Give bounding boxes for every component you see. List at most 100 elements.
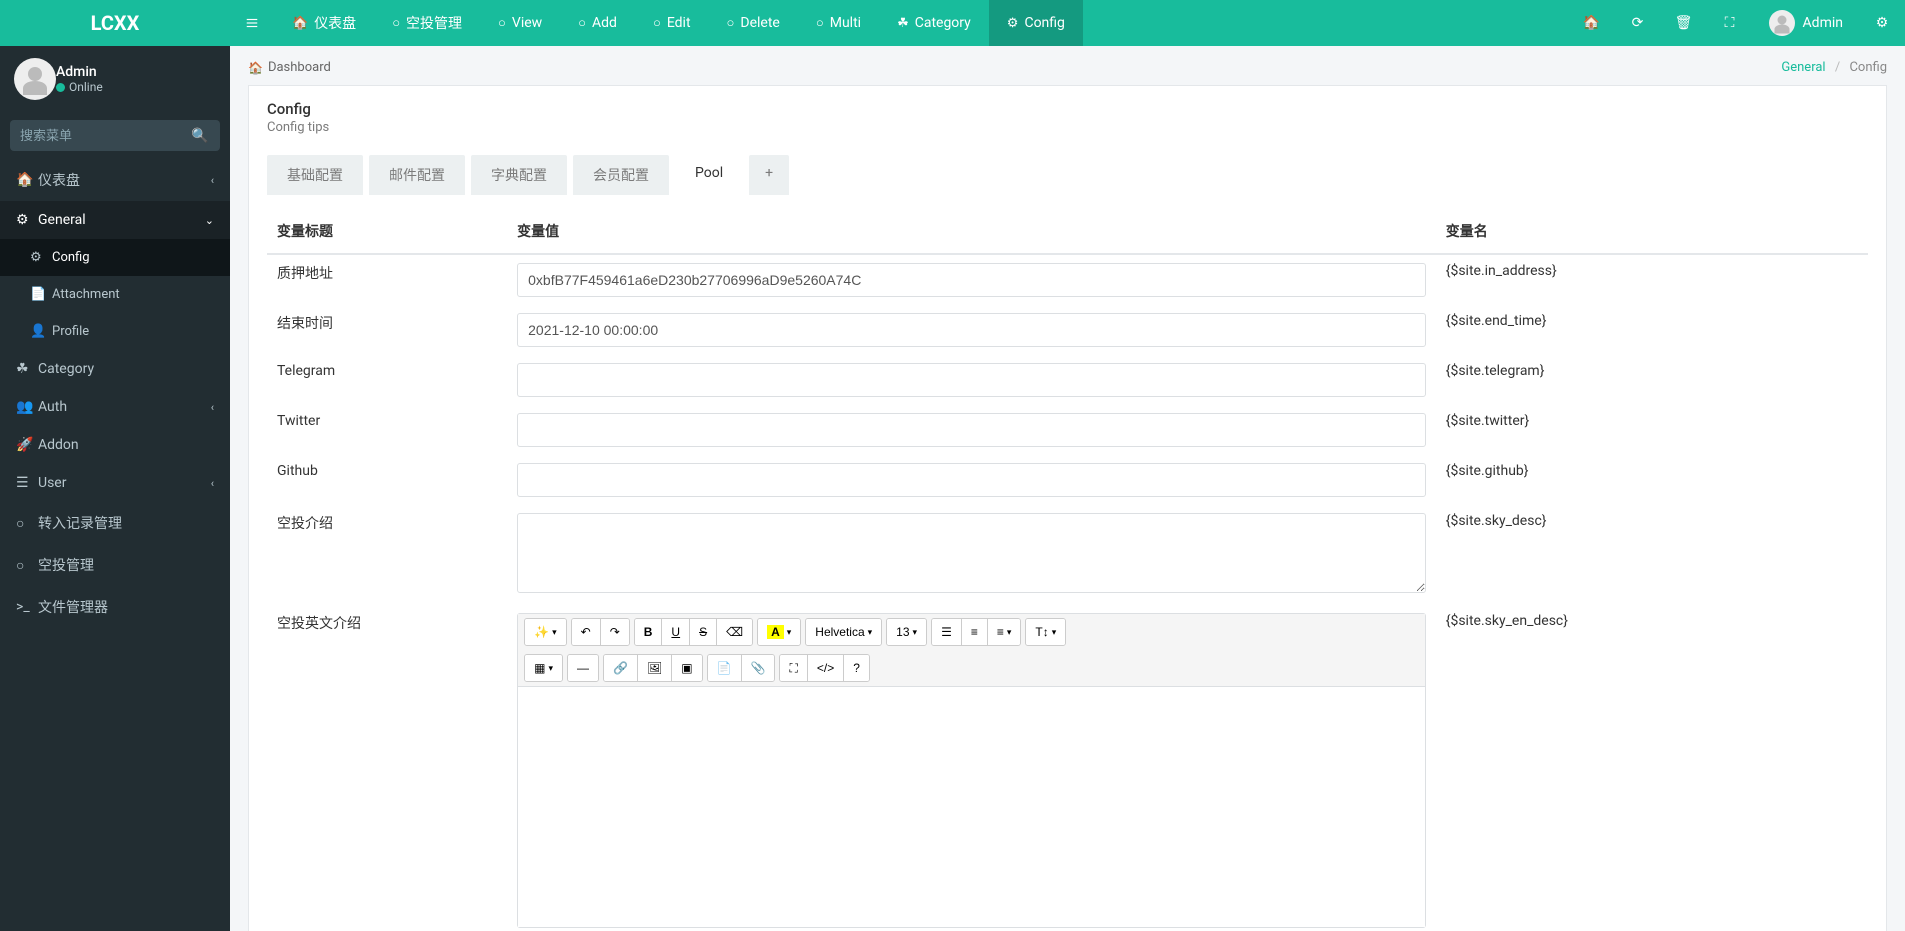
brand-logo[interactable]: LCXX bbox=[0, 0, 230, 46]
editor-redo-button[interactable]: ↷ bbox=[601, 619, 629, 645]
caret-down-icon: ▾ bbox=[868, 627, 873, 638]
editor-file-button[interactable]: 📄 bbox=[708, 655, 742, 681]
tab-pool[interactable]: Pool bbox=[675, 155, 743, 195]
nav-label: View bbox=[512, 15, 542, 31]
row-var-name: {$site.sky_en_desc} bbox=[1436, 605, 1868, 931]
menu-toggle-button[interactable] bbox=[230, 0, 274, 46]
editor-magic-button[interactable]: ✨▾ bbox=[525, 619, 565, 645]
in-address-input[interactable] bbox=[517, 263, 1426, 297]
editor-clear-format-button[interactable]: ⌫ bbox=[717, 619, 752, 645]
nav-category[interactable]: ☘Category bbox=[879, 0, 989, 46]
sidebar-item-profile[interactable]: 👤Profile bbox=[0, 313, 230, 350]
editor-video-button[interactable]: ▣ bbox=[672, 655, 701, 681]
table-row: Telegram {$site.telegram} bbox=[267, 355, 1868, 405]
nav-multi[interactable]: ○Multi bbox=[798, 0, 879, 46]
nav-delete[interactable]: ○Delete bbox=[709, 0, 798, 46]
editor-table-button[interactable]: ▦▾ bbox=[525, 655, 562, 681]
nav-edit[interactable]: ○Edit bbox=[635, 0, 709, 46]
avatar-icon bbox=[1769, 10, 1795, 36]
sidebar-item-general[interactable]: ⚙General⌄ bbox=[0, 201, 230, 239]
magic-icon: ✨ bbox=[534, 625, 549, 639]
nav-config[interactable]: ⚙Config bbox=[989, 0, 1083, 46]
video-icon: ▣ bbox=[681, 661, 692, 675]
tab-member[interactable]: 会员配置 bbox=[573, 155, 669, 195]
user-icon: 👤 bbox=[30, 324, 52, 339]
circle-icon: ○ bbox=[498, 15, 506, 31]
sidebar-item-transfer-log[interactable]: ○转入记录管理 bbox=[0, 502, 230, 544]
content-header: Config Config tips bbox=[249, 86, 1886, 145]
editor-fullscreen-button[interactable]: ⛶ bbox=[780, 655, 807, 681]
sidebar-item-config[interactable]: ⚙Config bbox=[0, 239, 230, 276]
editor-strike-button[interactable]: S bbox=[690, 619, 717, 645]
editor-codeview-button[interactable]: </> bbox=[808, 655, 844, 681]
editor-font-color-button[interactable]: A▾ bbox=[758, 619, 800, 645]
sidebar-item-user[interactable]: ☰User‹ bbox=[0, 464, 230, 502]
breadcrumb-config: Config bbox=[1849, 60, 1887, 75]
telegram-input[interactable] bbox=[517, 363, 1426, 397]
sidebar-item-airdrop[interactable]: ○空投管理 bbox=[0, 544, 230, 586]
editor-underline-button[interactable]: U bbox=[662, 619, 690, 645]
editor-image-button[interactable]: 🖼 bbox=[638, 655, 672, 681]
row-title: 质押地址 bbox=[267, 254, 507, 305]
group-icon: 👥 bbox=[16, 399, 38, 415]
breadcrumb-dashboard[interactable]: Dashboard bbox=[268, 60, 331, 75]
tab-basic[interactable]: 基础配置 bbox=[267, 155, 363, 195]
refresh-button[interactable]: ⟳ bbox=[1615, 15, 1661, 31]
sidebar-item-label: 空投管理 bbox=[38, 555, 94, 575]
tab-add[interactable]: + bbox=[749, 155, 789, 195]
user-menu[interactable]: Admin bbox=[1753, 10, 1859, 36]
trash-button[interactable]: 🗑 bbox=[1661, 15, 1707, 31]
align-icon: ≡ bbox=[997, 625, 1004, 639]
breadcrumb-general[interactable]: General bbox=[1781, 60, 1825, 75]
sidebar-item-category[interactable]: ☘Category bbox=[0, 350, 230, 388]
sidebar-item-addon[interactable]: 🚀Addon bbox=[0, 426, 230, 464]
editor-bold-button[interactable]: B bbox=[635, 619, 663, 645]
sky-desc-textarea[interactable] bbox=[517, 513, 1426, 593]
home-button[interactable]: 🏠 bbox=[1569, 15, 1615, 31]
tab-dict[interactable]: 字典配置 bbox=[471, 155, 567, 195]
editor-font-size-select[interactable]: 13▾ bbox=[887, 619, 926, 645]
editor-lineheight-button[interactable]: T↕▾ bbox=[1026, 619, 1065, 645]
editor-body[interactable] bbox=[518, 687, 1425, 927]
settings-gear-button[interactable]: ⚙ bbox=[1859, 15, 1905, 31]
nav-label: 空投管理 bbox=[406, 13, 462, 33]
row-title: 空投英文介绍 bbox=[267, 605, 507, 931]
nav-view[interactable]: ○ View bbox=[480, 0, 560, 46]
editor-align-button[interactable]: ≡▾ bbox=[988, 619, 1021, 645]
sidebar-item-label: User bbox=[38, 475, 66, 491]
editor-attachment-button[interactable]: 📎 bbox=[742, 655, 775, 681]
circle-icon: ○ bbox=[816, 15, 824, 31]
editor-help-button[interactable]: ? bbox=[844, 655, 869, 681]
nav-add[interactable]: ○Add bbox=[560, 0, 635, 46]
table-row: 空投英文介绍 ✨▾ ↶ ↷ bbox=[267, 605, 1868, 931]
end-time-input[interactable] bbox=[517, 313, 1426, 347]
editor-font-family-select[interactable]: Helvetica▾ bbox=[806, 619, 881, 645]
circle-icon: ○ bbox=[727, 15, 735, 31]
th-var-name: 变量名 bbox=[1436, 213, 1868, 254]
list-ul-icon: ☰ bbox=[941, 625, 952, 639]
editor-ol-button[interactable]: ≡ bbox=[962, 619, 988, 645]
row-title: Twitter bbox=[267, 405, 507, 455]
nav-airdrop[interactable]: ○空投管理 bbox=[374, 0, 480, 46]
tab-email[interactable]: 邮件配置 bbox=[369, 155, 465, 195]
code-icon: </> bbox=[817, 661, 834, 675]
nav-dashboard[interactable]: 🏠仪表盘 bbox=[274, 0, 374, 46]
sidebar-item-filemanager[interactable]: >_文件管理器 bbox=[0, 586, 230, 628]
sidebar-user-panel: Admin Online bbox=[0, 46, 230, 112]
editor-undo-button[interactable]: ↶ bbox=[572, 619, 601, 645]
fullscreen-button[interactable]: ⛶ bbox=[1707, 15, 1753, 31]
editor-toolbar: ✨▾ ↶ ↷ B U S bbox=[518, 614, 1425, 687]
editor-ul-button[interactable]: ☰ bbox=[932, 619, 962, 645]
twitter-input[interactable] bbox=[517, 413, 1426, 447]
editor-hr-button[interactable]: — bbox=[568, 655, 598, 681]
sidebar-item-label: Auth bbox=[38, 399, 67, 415]
search-button[interactable]: 🔍 bbox=[186, 120, 214, 151]
row-var-name: {$site.end_time} bbox=[1436, 305, 1868, 355]
sidebar-item-dashboard[interactable]: 🏠仪表盘‹ bbox=[0, 159, 230, 201]
dashboard-icon: 🏠 bbox=[248, 61, 263, 75]
sidebar-item-auth[interactable]: 👥Auth‹ bbox=[0, 388, 230, 426]
github-input[interactable] bbox=[517, 463, 1426, 497]
sidebar-item-attachment[interactable]: 📄Attachment bbox=[0, 276, 230, 313]
file-icon: 📄 bbox=[30, 287, 52, 302]
editor-link-button[interactable]: 🔗 bbox=[604, 655, 638, 681]
